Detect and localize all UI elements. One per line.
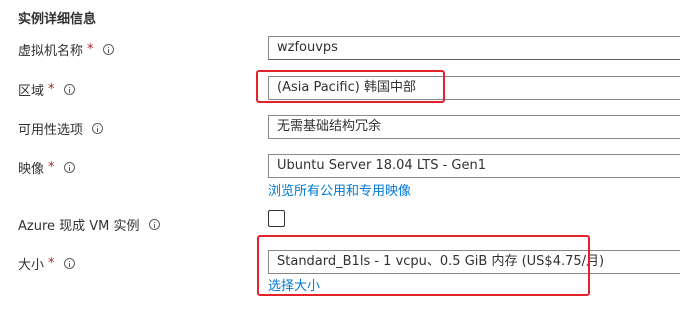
vm-name-label-row: 虚拟机名称 * bbox=[18, 40, 114, 59]
image-label: 映像 bbox=[18, 162, 45, 177]
required-mark: * bbox=[48, 160, 55, 175]
spot-label-row: Azure 现成 VM 实例 bbox=[18, 215, 160, 234]
info-icon[interactable] bbox=[63, 258, 75, 269]
size-select[interactable]: Standard_B1ls - 1 vcpu、0.5 GiB 内存 (US$4.… bbox=[268, 250, 680, 274]
availability-label: 可用性选项 bbox=[18, 123, 84, 138]
region-label-row: 区域 * bbox=[18, 80, 75, 99]
availability-label-row: 可用性选项 bbox=[18, 119, 104, 138]
select-size-link[interactable]: 选择大小 bbox=[268, 275, 320, 294]
size-label-row: 大小 * bbox=[18, 254, 75, 273]
info-icon[interactable] bbox=[63, 84, 75, 95]
browse-images-link[interactable]: 浏览所有公用和专用映像 bbox=[268, 180, 411, 199]
region-select[interactable]: (Asia Pacific) 韩国中部 bbox=[268, 76, 680, 100]
spot-label: Azure 现成 VM 实例 bbox=[18, 219, 140, 234]
image-label-row: 映像 * bbox=[18, 158, 75, 177]
section-title: 实例详细信息 bbox=[18, 12, 97, 27]
info-icon[interactable] bbox=[148, 219, 160, 230]
info-icon[interactable] bbox=[102, 44, 114, 55]
spot-checkbox[interactable] bbox=[268, 210, 285, 227]
vm-name-label: 虚拟机名称 bbox=[18, 44, 84, 59]
image-select[interactable]: Ubuntu Server 18.04 LTS - Gen1 bbox=[268, 154, 680, 178]
region-label: 区域 bbox=[18, 84, 45, 99]
availability-select[interactable]: 无需基础结构冗余 bbox=[268, 115, 680, 139]
info-icon[interactable] bbox=[92, 123, 104, 134]
vm-name-input[interactable]: wzfouvps bbox=[268, 36, 680, 60]
size-label: 大小 bbox=[18, 258, 45, 273]
required-mark: * bbox=[48, 256, 55, 271]
required-mark: * bbox=[87, 42, 94, 57]
required-mark: * bbox=[48, 82, 55, 97]
info-icon[interactable] bbox=[63, 162, 75, 173]
